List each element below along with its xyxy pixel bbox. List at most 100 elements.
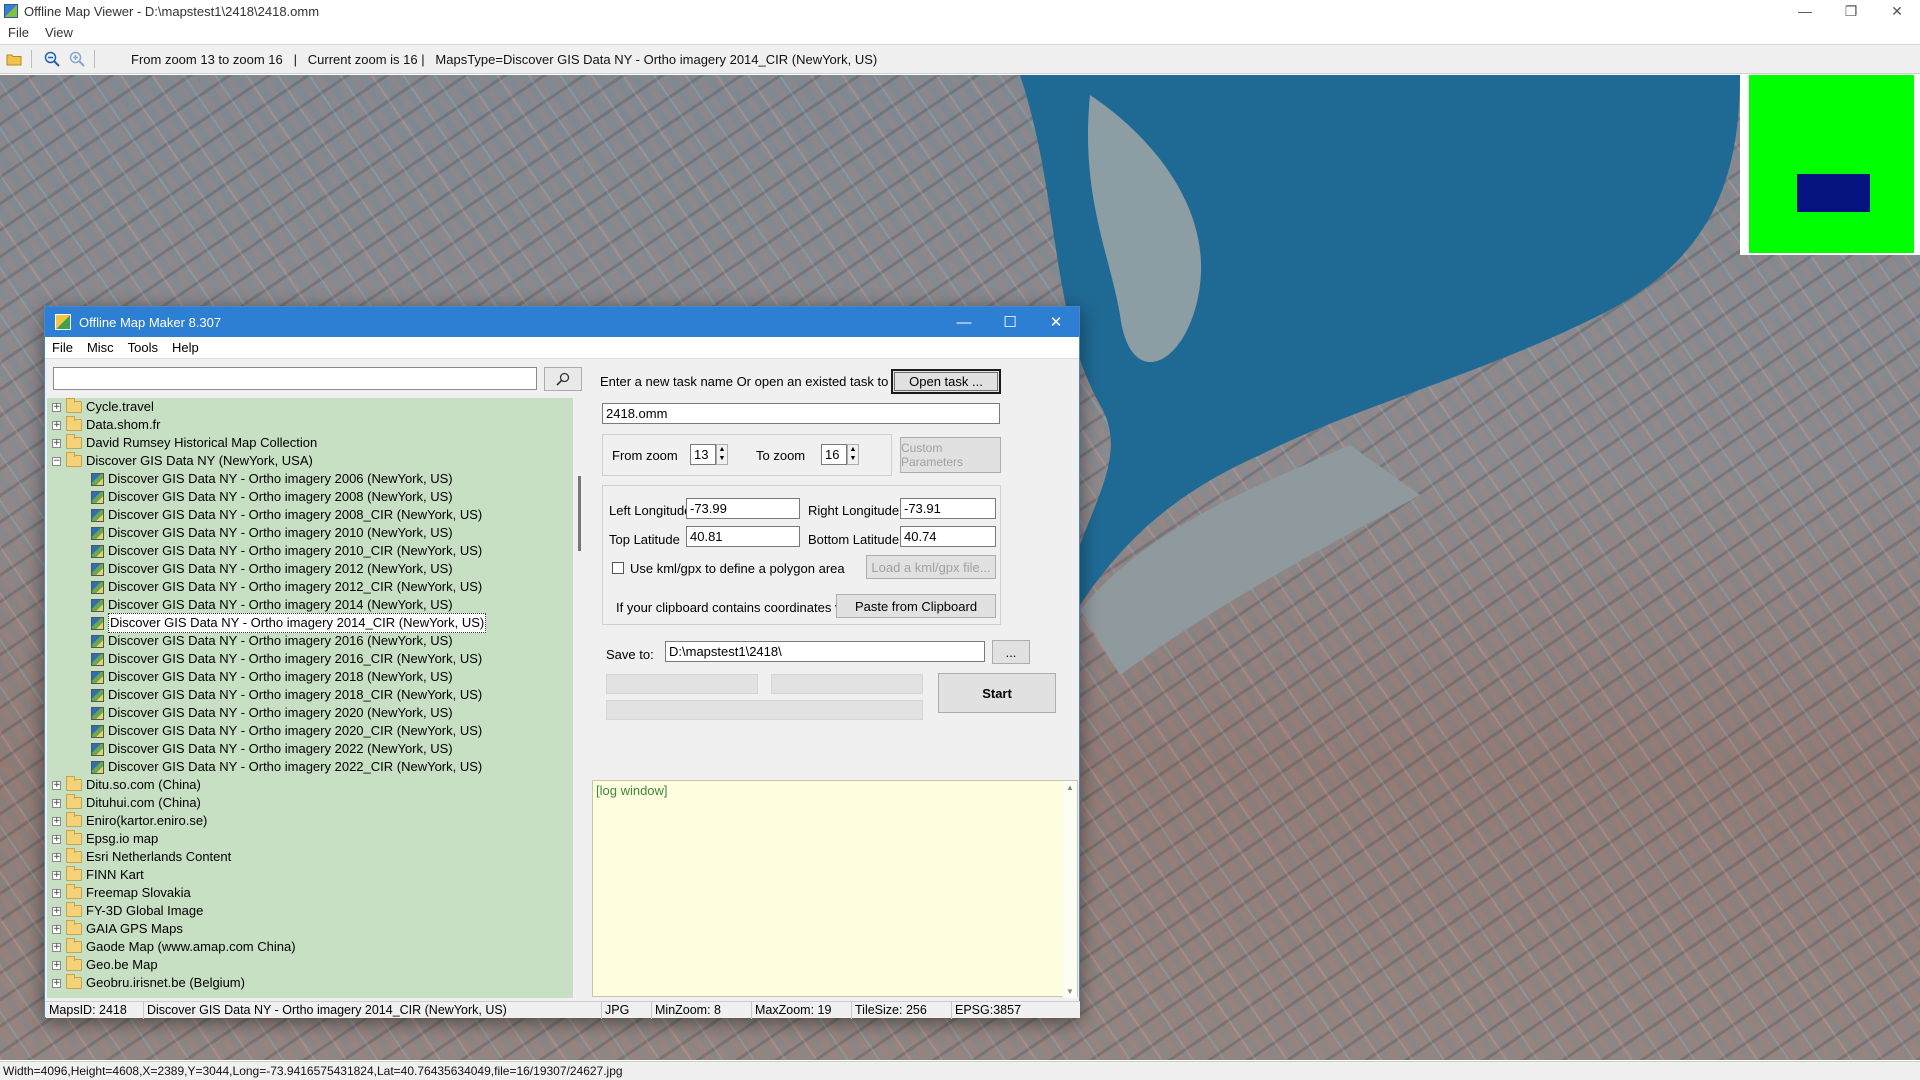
status-tile-size: TileSize: 256 bbox=[852, 1002, 952, 1019]
tree-folder-item[interactable]: + Cycle.travel bbox=[47, 398, 573, 416]
tree-folder-item[interactable]: + Dituhui.com (China) bbox=[47, 794, 573, 812]
tree-map-item[interactable]: Discover GIS Data NY - Ortho imagery 201… bbox=[47, 542, 573, 560]
tree-map-item[interactable]: Discover GIS Data NY - Ortho imagery 201… bbox=[47, 578, 573, 596]
load-kml-button[interactable]: Load a kml/gpx file... bbox=[866, 555, 996, 579]
save-path-input[interactable]: D:\mapstest1\2418\ bbox=[665, 641, 985, 662]
expand-icon[interactable]: + bbox=[52, 888, 61, 898]
tree-map-item[interactable]: Discover GIS Data NY - Ortho imagery 200… bbox=[47, 488, 573, 506]
log-window[interactable]: [log window] ▲ ▼ bbox=[592, 780, 1078, 998]
tree-map-item[interactable]: Discover GIS Data NY - Ortho imagery 200… bbox=[47, 470, 573, 488]
expand-icon[interactable]: + bbox=[52, 870, 61, 880]
expand-icon[interactable]: + bbox=[52, 834, 61, 844]
dialog-menu-misc[interactable]: Misc bbox=[80, 340, 121, 355]
map-layer-icon bbox=[91, 652, 104, 666]
menu-file[interactable]: File bbox=[0, 25, 37, 40]
tree-map-item[interactable]: Discover GIS Data NY - Ortho imagery 201… bbox=[47, 560, 573, 578]
tree-folder-item[interactable]: + Esri Netherlands Content bbox=[47, 848, 573, 866]
to-zoom-input[interactable]: 16 bbox=[821, 444, 847, 465]
from-zoom-stepper[interactable]: ▲ ▼ bbox=[716, 444, 728, 465]
to-zoom-stepper[interactable]: ▲ ▼ bbox=[847, 444, 859, 465]
dialog-menu-help[interactable]: Help bbox=[165, 340, 206, 355]
maximize-button[interactable]: ❐ bbox=[1828, 0, 1874, 22]
top-latitude-input[interactable]: 40.81 bbox=[686, 526, 800, 547]
expand-icon[interactable]: + bbox=[52, 438, 61, 448]
tree-map-item[interactable]: Discover GIS Data NY - Ortho imagery 202… bbox=[47, 722, 573, 740]
open-folder-icon[interactable] bbox=[3, 48, 25, 70]
dialog-maximize-button[interactable]: ☐ bbox=[987, 307, 1033, 337]
zoom-in-icon[interactable] bbox=[66, 48, 88, 70]
tree-map-item[interactable]: Discover GIS Data NY - Ortho imagery 201… bbox=[47, 686, 573, 704]
tree-scrollbar-thumb[interactable] bbox=[578, 476, 581, 551]
open-task-button[interactable]: Open task ... bbox=[891, 369, 1001, 394]
minimize-button[interactable]: — bbox=[1782, 0, 1828, 22]
log-scrollbar[interactable]: ▲ ▼ bbox=[1063, 781, 1077, 998]
right-longitude-input[interactable]: -73.91 bbox=[900, 498, 996, 519]
expand-icon[interactable]: + bbox=[52, 420, 61, 430]
overview-minimap[interactable] bbox=[1740, 75, 1920, 255]
tree-map-item[interactable]: Discover GIS Data NY - Ortho imagery 202… bbox=[47, 740, 573, 758]
task-name-input[interactable]: 2418.omm bbox=[602, 403, 1000, 424]
tree-map-item[interactable]: Discover GIS Data NY - Ortho imagery 201… bbox=[47, 524, 573, 542]
expand-icon[interactable]: + bbox=[52, 906, 61, 916]
scroll-down-icon[interactable]: ▼ bbox=[1066, 987, 1074, 996]
tree-map-item[interactable]: Discover GIS Data NY - Ortho imagery 202… bbox=[47, 758, 573, 776]
overview-viewport[interactable] bbox=[1797, 174, 1870, 212]
from-zoom-input[interactable]: 13 bbox=[690, 444, 716, 465]
tree-folder-item[interactable]: + Geo.be Map bbox=[47, 956, 573, 974]
map-layer-icon bbox=[91, 634, 104, 648]
tree-folder-item[interactable]: + FINN Kart bbox=[47, 866, 573, 884]
map-layer-icon bbox=[91, 562, 104, 576]
paste-from-clipboard-button[interactable]: Paste from Clipboard bbox=[836, 594, 996, 618]
tree-folder-item[interactable]: + David Rumsey Historical Map Collection bbox=[47, 434, 573, 452]
browse-folder-button[interactable]: ... bbox=[992, 640, 1030, 664]
kml-polygon-checkbox[interactable] bbox=[612, 562, 624, 574]
bottom-latitude-input[interactable]: 40.74 bbox=[900, 526, 996, 547]
expand-icon[interactable]: + bbox=[52, 780, 61, 790]
search-button[interactable] bbox=[544, 367, 582, 391]
expand-icon[interactable]: + bbox=[52, 402, 61, 412]
tree-item-label: Epsg.io map bbox=[86, 831, 159, 846]
dialog-close-button[interactable]: ✕ bbox=[1033, 307, 1079, 337]
tree-map-item[interactable]: Discover GIS Data NY - Ortho imagery 201… bbox=[47, 668, 573, 686]
tree-folder-item[interactable]: + FY-3D Global Image bbox=[47, 902, 573, 920]
menu-view[interactable]: View bbox=[37, 25, 81, 40]
tree-map-item[interactable]: Discover GIS Data NY - Ortho imagery 200… bbox=[47, 506, 573, 524]
dialog-menu-file[interactable]: File bbox=[45, 340, 80, 355]
tree-map-item[interactable]: Discover GIS Data NY - Ortho imagery 201… bbox=[47, 596, 573, 614]
tree-map-item[interactable]: Discover GIS Data NY - Ortho imagery 201… bbox=[47, 613, 573, 633]
search-input[interactable] bbox=[53, 367, 537, 390]
expand-icon[interactable]: + bbox=[52, 942, 61, 952]
expand-icon[interactable]: + bbox=[52, 960, 61, 970]
tree-map-item[interactable]: Discover GIS Data NY - Ortho imagery 201… bbox=[47, 650, 573, 668]
expand-icon[interactable]: + bbox=[52, 798, 61, 808]
zoom-out-icon[interactable] bbox=[41, 48, 63, 70]
expand-icon[interactable]: + bbox=[52, 852, 61, 862]
tree-folder-item[interactable]: − Discover GIS Data NY (NewYork, USA) bbox=[47, 452, 573, 470]
dialog-menu-tools[interactable]: Tools bbox=[121, 340, 165, 355]
tree-folder-item[interactable]: + GAIA GPS Maps bbox=[47, 920, 573, 938]
tree-folder-item[interactable]: + Data.shom.fr bbox=[47, 416, 573, 434]
expand-icon[interactable]: + bbox=[52, 924, 61, 934]
scroll-up-icon[interactable]: ▲ bbox=[1066, 783, 1074, 792]
expand-icon[interactable]: + bbox=[52, 816, 61, 826]
collapse-icon[interactable]: − bbox=[52, 456, 61, 466]
tree-map-item[interactable]: Discover GIS Data NY - Ortho imagery 202… bbox=[47, 704, 573, 722]
custom-parameters-button[interactable]: Custom Parameters bbox=[900, 437, 1001, 473]
start-button[interactable]: Start bbox=[938, 673, 1056, 713]
expand-icon[interactable]: + bbox=[52, 978, 61, 988]
dialog-minimize-button[interactable]: — bbox=[941, 307, 987, 337]
close-button[interactable]: ✕ bbox=[1874, 0, 1920, 22]
tree-folder-item[interactable]: + Freemap Slovakia bbox=[47, 884, 573, 902]
tree-map-item[interactable]: Discover GIS Data NY - Ortho imagery 201… bbox=[47, 632, 573, 650]
tree-folder-item[interactable]: + Epsg.io map bbox=[47, 830, 573, 848]
tree-folder-item[interactable]: + Eniro(kartor.eniro.se) bbox=[47, 812, 573, 830]
dialog-title-bar[interactable]: Offline Map Maker 8.307 — ☐ ✕ bbox=[45, 307, 1079, 337]
kml-polygon-label: Use kml/gpx to define a polygon area bbox=[630, 561, 845, 576]
tree-scrollbar[interactable] bbox=[575, 398, 587, 998]
tree-folder-item[interactable]: + Gaode Map (www.amap.com China) bbox=[47, 938, 573, 956]
tree-folder-item[interactable]: + Ditu.so.com (China) bbox=[47, 776, 573, 794]
tree-folder-item[interactable]: + Geobru.irisnet.be (Belgium) bbox=[47, 974, 573, 992]
left-longitude-input[interactable]: -73.99 bbox=[686, 498, 800, 519]
map-layer-icon bbox=[91, 526, 104, 540]
maps-tree[interactable]: + Cycle.travel + Data.shom.fr + David Rumsey … bbox=[47, 398, 573, 998]
